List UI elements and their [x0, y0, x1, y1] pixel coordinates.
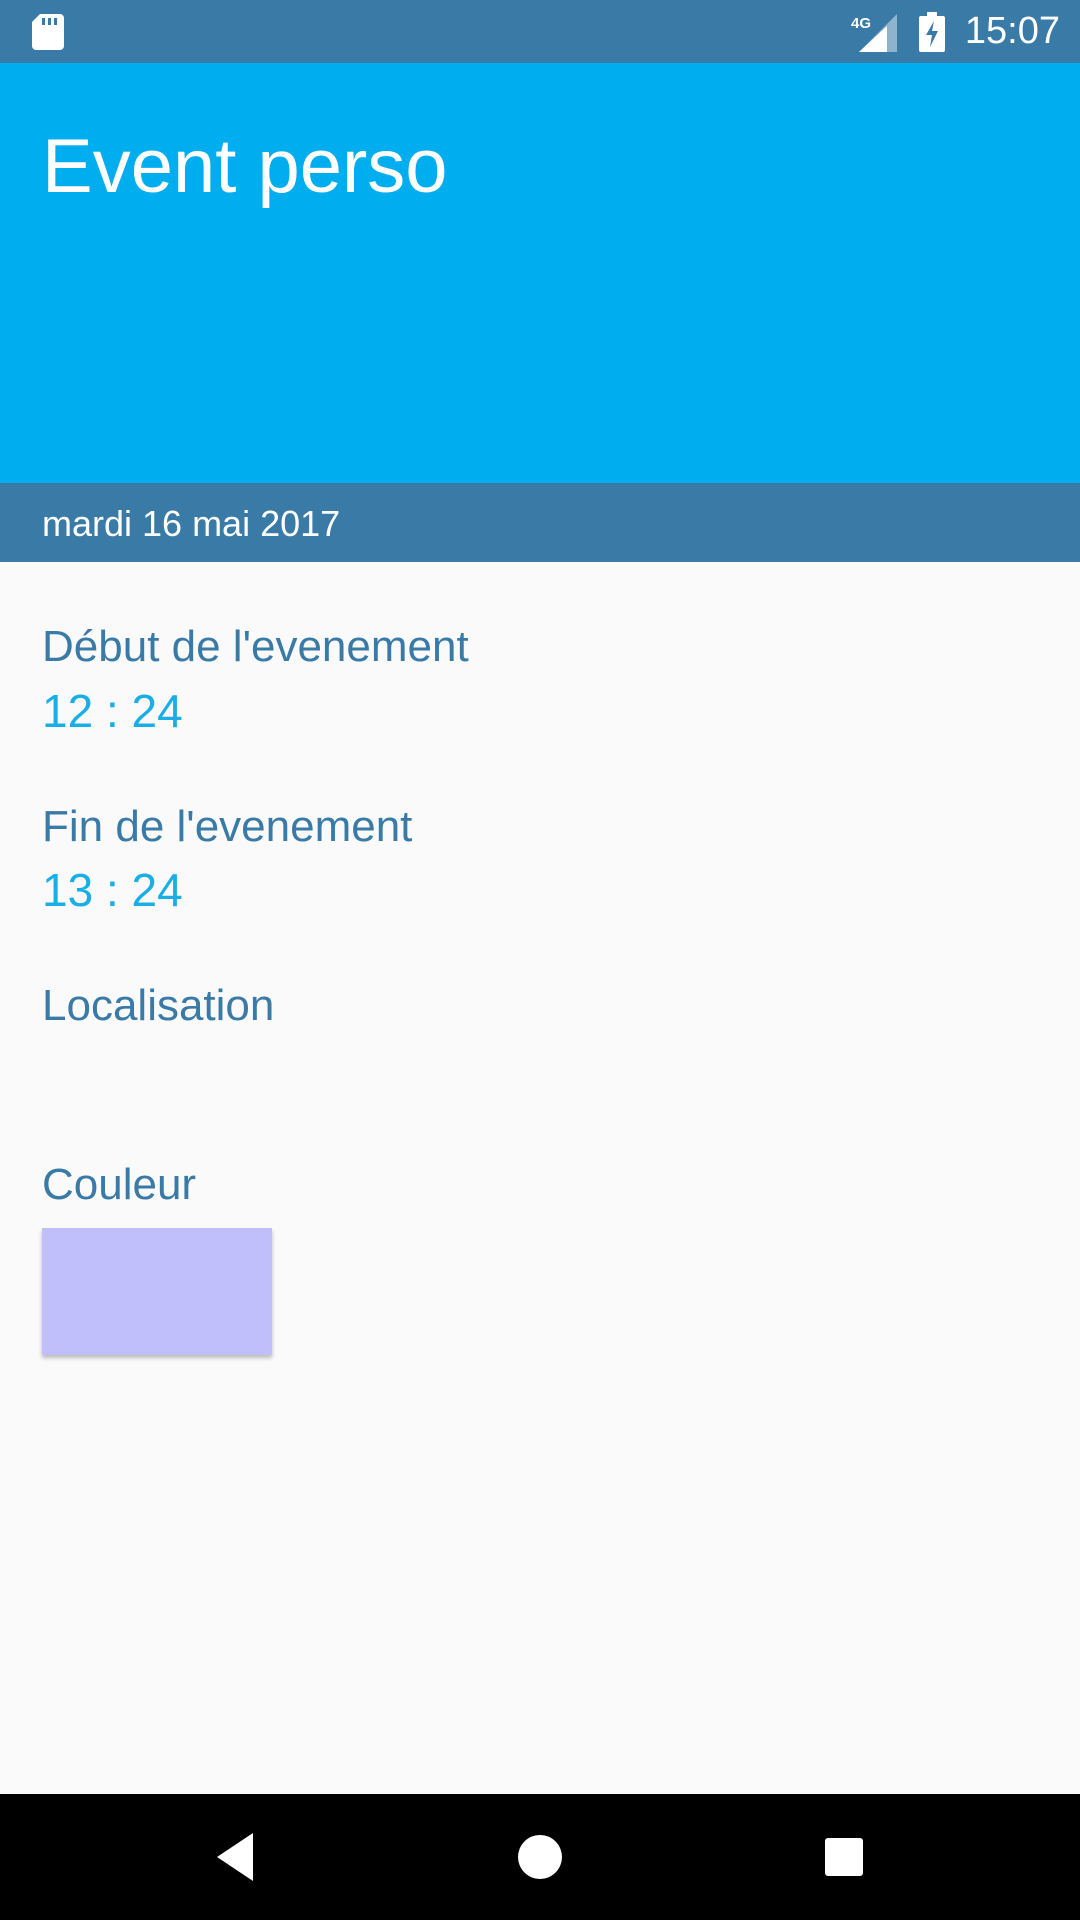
- event-date: mardi 16 mai 2017: [42, 503, 341, 544]
- back-icon: [217, 1833, 253, 1881]
- recents-icon: [825, 1838, 863, 1876]
- color-label: Couleur: [42, 1160, 197, 1209]
- color-swatch[interactable]: [42, 1228, 272, 1355]
- location-label: Localisation: [42, 981, 275, 1030]
- end-label: Fin de l'evenement: [42, 802, 413, 851]
- home-icon: [518, 1835, 562, 1879]
- status-bar: 4G 15:07: [0, 0, 1080, 63]
- battery-charging-icon: [918, 11, 945, 52]
- app-header: Event perso: [0, 63, 1080, 483]
- start-label: Début de l'evenement: [42, 622, 469, 671]
- screen: 4G 15:07 Event perso mardi 16 mai 2017 D…: [0, 0, 1080, 1920]
- signal-4g-icon: 4G: [851, 13, 897, 52]
- home-button[interactable]: [509, 1826, 571, 1888]
- clock: 15:07: [964, 10, 1060, 52]
- date-band: mardi 16 mai 2017: [0, 483, 1080, 562]
- status-icons: 4G 15:07: [851, 0, 1060, 63]
- back-button[interactable]: [205, 1826, 267, 1888]
- end-time-value[interactable]: 13 : 24: [42, 863, 183, 917]
- sd-card-icon: [32, 14, 64, 50]
- recents-button[interactable]: [813, 1826, 875, 1888]
- network-type-label: 4G: [851, 15, 871, 32]
- start-time-value[interactable]: 12 : 24: [42, 684, 183, 738]
- event-title: Event perso: [42, 124, 448, 209]
- navigation-bar: [0, 1794, 1080, 1920]
